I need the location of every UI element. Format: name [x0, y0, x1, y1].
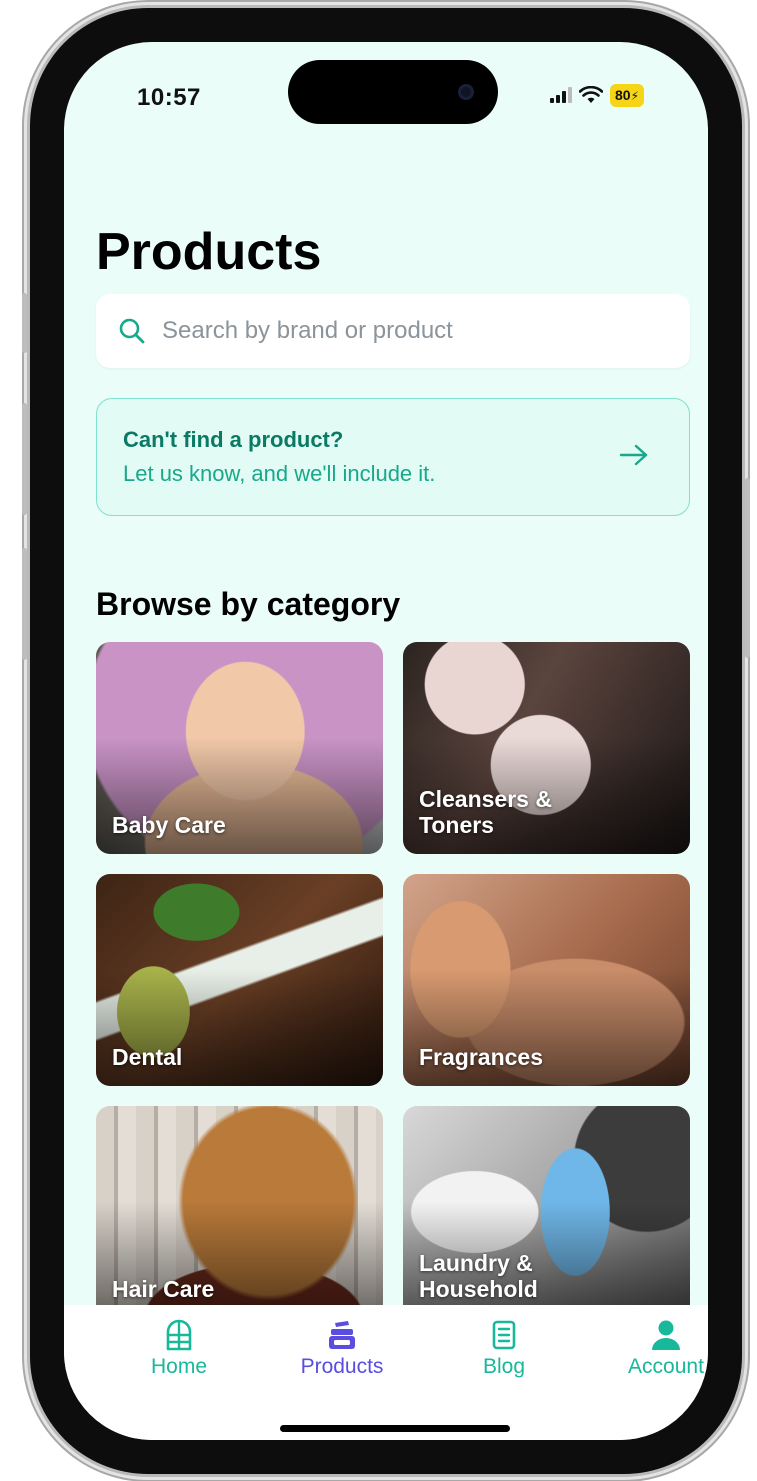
volume-down-button: [22, 548, 27, 660]
category-label: Cleansers & Toners: [419, 786, 552, 838]
charging-bolt-icon: ⚡: [630, 88, 640, 103]
tab-label: Home: [150, 1355, 208, 1378]
battery-level: 80: [615, 86, 631, 103]
screen: 10:57 80⚡ Products C: [64, 42, 708, 1440]
account-person-icon: [652, 1320, 680, 1350]
category-label: Fragrances: [419, 1044, 544, 1070]
category-label: Baby Care: [112, 812, 226, 838]
tab-label: Account: [628, 1355, 704, 1378]
search-icon: [119, 318, 145, 344]
tab-products[interactable]: Products: [272, 1319, 412, 1379]
page-title: Products: [96, 223, 322, 281]
category-label: Dental: [112, 1044, 183, 1070]
arrow-right-icon[interactable]: [619, 443, 649, 467]
category-card-laundry-household[interactable]: Laundry & Household: [403, 1106, 690, 1318]
tab-blog[interactable]: Blog: [434, 1319, 574, 1379]
cellular-signal-icon: [550, 87, 572, 103]
category-card-fragrances[interactable]: Fragrances: [403, 874, 690, 1086]
home-indicator: [280, 1425, 510, 1432]
category-card-dental[interactable]: Dental: [96, 874, 383, 1086]
search-input[interactable]: [160, 316, 640, 346]
wifi-icon: [579, 86, 603, 103]
search-bar[interactable]: [96, 294, 690, 368]
category-card-hair-care[interactable]: Hair Care: [96, 1106, 383, 1318]
category-card-cleansers-toners[interactable]: Cleansers & Toners: [403, 642, 690, 854]
power-button: [745, 478, 750, 658]
tab-account[interactable]: Account: [596, 1319, 708, 1379]
category-label: Laundry & Household: [419, 1250, 538, 1302]
tab-label: Products: [300, 1355, 384, 1378]
products-jar-icon: [329, 1321, 355, 1349]
banner-title: Can't find a product?: [123, 427, 344, 452]
phone-frame: 10:57 80⚡ Products C: [22, 8, 750, 1474]
browse-section-title: Browse by category: [96, 586, 401, 622]
battery-indicator: 80⚡: [610, 83, 645, 107]
category-card-baby-care[interactable]: Baby Care: [96, 642, 383, 854]
status-icons: 80⚡: [550, 82, 645, 108]
dynamic-island: [288, 60, 498, 124]
tab-bar: Home Products Blog Account: [64, 1305, 708, 1440]
category-grid: Baby Care Cleansers & Toners Dental Frag…: [96, 642, 690, 1318]
volume-up-button: [22, 403, 27, 515]
home-window-icon: [166, 1319, 192, 1351]
action-button: [22, 293, 27, 353]
category-label: Hair Care: [112, 1276, 215, 1302]
status-time: 10:57: [137, 84, 201, 111]
tab-label: Blog: [482, 1355, 526, 1378]
blog-document-icon: [492, 1320, 516, 1350]
banner-subtitle: Let us know, and we'll include it.: [123, 461, 436, 486]
request-product-banner[interactable]: Can't find a product? Let us know, and w…: [96, 398, 690, 516]
camera-icon: [458, 84, 474, 100]
tab-home[interactable]: Home: [109, 1319, 249, 1379]
